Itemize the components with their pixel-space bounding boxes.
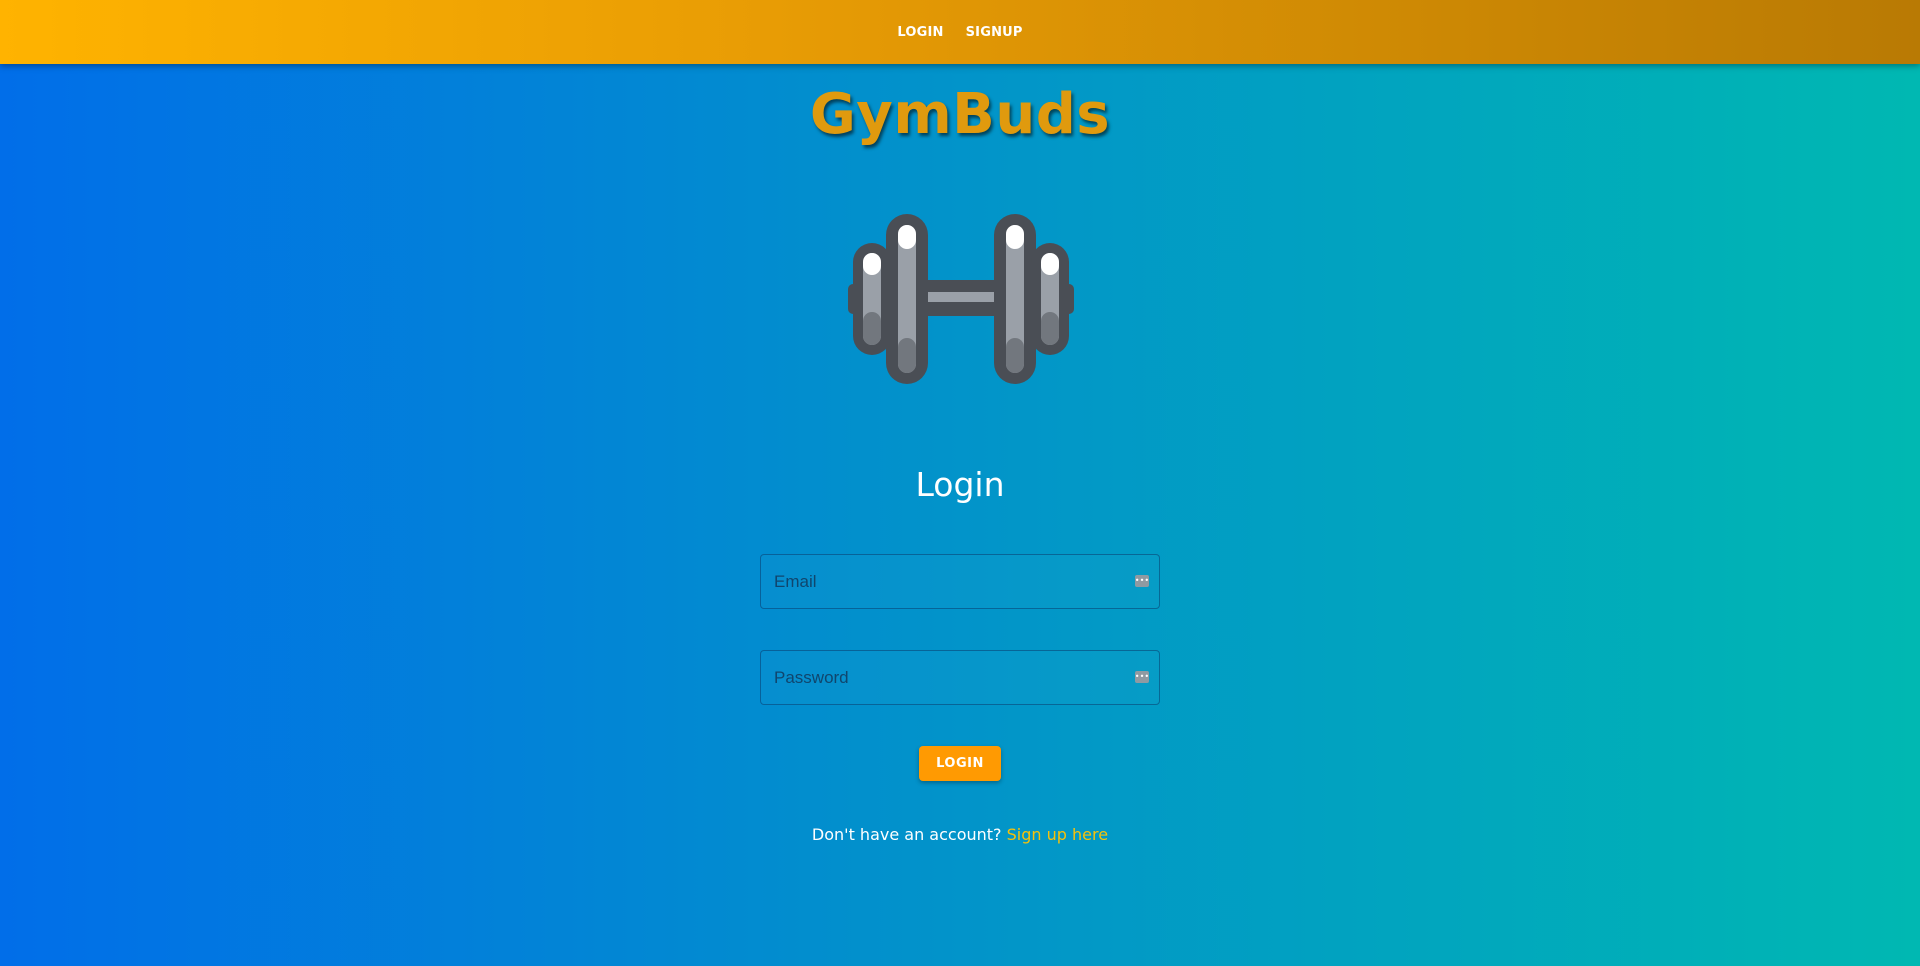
top-nav-bar: LOGIN SIGNUP [0, 0, 1920, 64]
nav-login-link[interactable]: LOGIN [897, 25, 943, 40]
password-manager-icon[interactable]: ••• [1135, 575, 1149, 587]
email-field-container: ••• [760, 554, 1160, 609]
dumbbell-icon [848, 210, 1074, 386]
login-heading: Login [915, 465, 1005, 504]
email-input[interactable] [761, 555, 1159, 608]
password-input[interactable] [761, 651, 1159, 704]
password-field-container: ••• [760, 650, 1160, 705]
login-button[interactable]: LOGIN [919, 746, 1001, 781]
password-manager-icon[interactable]: ••• [1135, 671, 1149, 683]
nav-signup-link[interactable]: SIGNUP [966, 25, 1023, 40]
brand-title: GymBuds [809, 82, 1111, 147]
signup-prompt-text: Don't have an account? [811, 825, 1002, 844]
signup-link[interactable]: Sign up here [1007, 825, 1108, 844]
signup-prompt: Don't have an account? Sign up here [0, 825, 1920, 844]
